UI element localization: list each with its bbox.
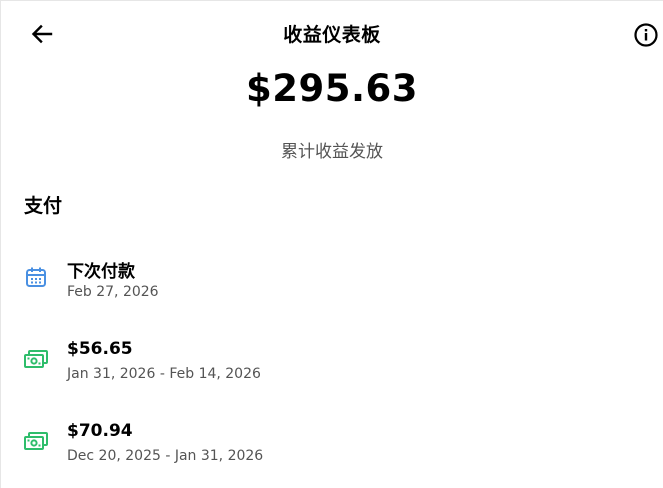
info-circle-icon [634, 23, 658, 47]
cash-icon [24, 432, 48, 450]
total-earnings-amount: $295.63 [245, 67, 419, 110]
payout-amount: $56.65 [67, 339, 133, 359]
calendar-icon [26, 267, 46, 287]
payout-period: Jan 31, 2026 - Feb 14, 2026 [67, 366, 261, 382]
next-payment-row[interactable]: 下次付款 Feb 27, 2026 [1, 257, 663, 317]
payments-section-title: 支付 [24, 195, 63, 217]
page-title: 收益仪表板 [283, 24, 381, 46]
payout-row[interactable]: $70.94 Dec 20, 2025 - Jan 31, 2026 [1, 421, 663, 481]
payment-date: Feb 27, 2026 [67, 284, 159, 300]
payout-period: Dec 20, 2025 - Jan 31, 2026 [67, 448, 264, 464]
payment-title: 下次付款 [67, 262, 135, 282]
earnings-dashboard-page: 收益仪表板 $295.63 累计收益发放 支付 下次付款 Feb 27, 202… [0, 0, 663, 488]
cash-icon [24, 350, 48, 368]
payout-amount: $70.94 [67, 421, 133, 441]
total-earnings-caption: 累计收益发放 [281, 142, 383, 162]
payout-row[interactable]: $56.65 Jan 31, 2026 - Feb 14, 2026 [1, 339, 663, 399]
info-button[interactable] [629, 18, 663, 52]
